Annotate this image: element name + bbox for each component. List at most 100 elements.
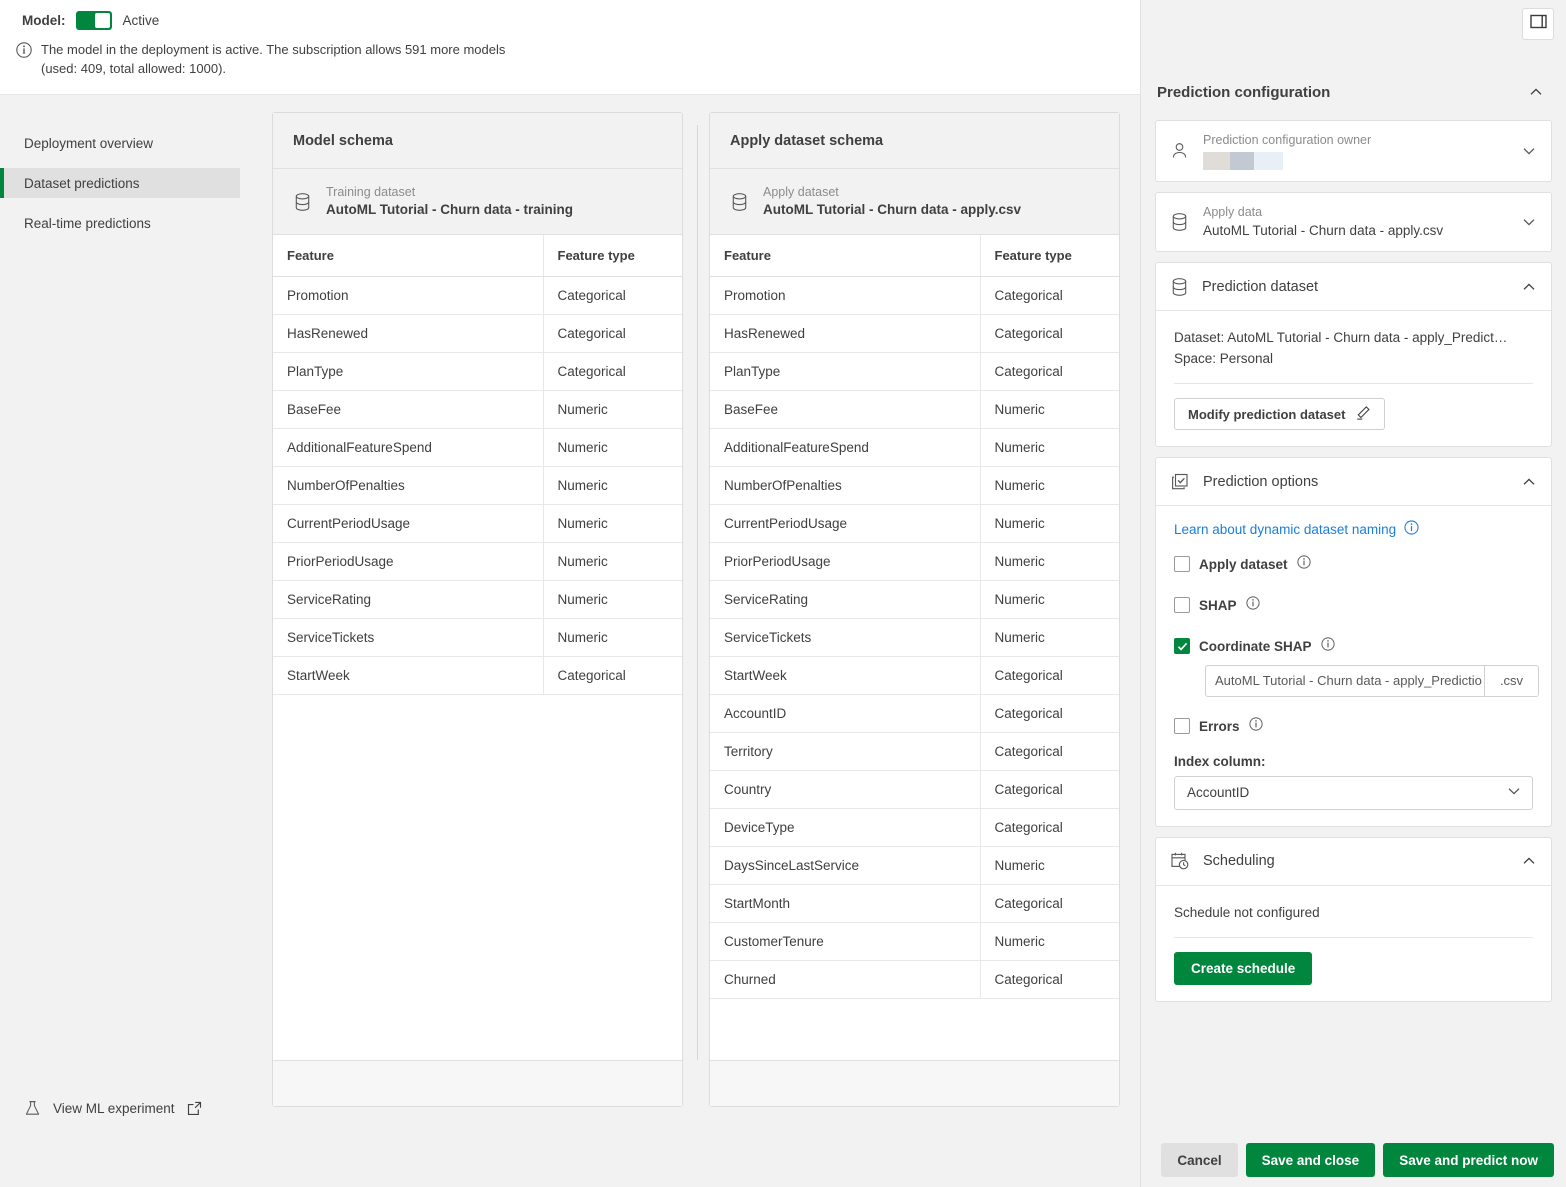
info-icon[interactable]: [1245, 595, 1260, 615]
table-row: PriorPeriodUsage Numeric: [710, 542, 1119, 581]
schema-divider: [697, 125, 698, 1060]
checkbox-row-shap: SHAP: [1174, 595, 1533, 615]
prediction-dataset-section: Prediction dataset Dataset: AutoML Tutor…: [1155, 262, 1552, 447]
cell-feature-type: Numeric: [543, 618, 682, 657]
apply-data-card[interactable]: Apply data AutoML Tutorial - Churn data …: [1155, 192, 1552, 252]
divider: [1174, 383, 1533, 384]
table-row: StartMonth Categorical: [710, 884, 1119, 923]
apply-schema-title: Apply dataset schema: [710, 113, 1119, 169]
cancel-button[interactable]: Cancel: [1161, 1143, 1238, 1177]
table-row: DeviceType Categorical: [710, 808, 1119, 847]
checkbox-coordinate-shap[interactable]: [1174, 638, 1190, 654]
database-icon: [1170, 277, 1189, 297]
prediction-configuration-panel: Prediction configuration Prediction conf…: [1140, 0, 1566, 1187]
chevron-down-icon[interactable]: [1521, 143, 1537, 159]
model-schema-dataset-name: AutoML Tutorial - Churn data - training: [326, 202, 573, 217]
table-row: AccountID Categorical: [710, 694, 1119, 733]
panel-header: [1141, 0, 1566, 74]
sidebar-item-deployment-overview[interactable]: Deployment overview: [0, 128, 240, 158]
cell-feature-type: Numeric: [980, 618, 1119, 657]
model-schema-tbody: Promotion Categorical HasRenewed Categorica…: [273, 276, 682, 695]
model-active-toggle[interactable]: [75, 11, 112, 30]
sidebar-item-dataset-predictions[interactable]: Dataset predictions: [0, 168, 240, 198]
checkbox-apply-dataset[interactable]: [1174, 556, 1190, 572]
cell-feature: DaysSinceLastService: [710, 846, 981, 885]
cell-feature: CustomerTenure: [710, 922, 981, 961]
cell-feature-type: Numeric: [980, 428, 1119, 467]
external-link-icon: [187, 1101, 202, 1116]
index-column-select[interactable]: AccountID: [1174, 775, 1533, 810]
apply-schema-dataset-name: AutoML Tutorial - Churn data - apply.csv: [763, 202, 1022, 217]
save-and-predict-now-button[interactable]: Save and predict now: [1383, 1143, 1554, 1177]
info-icon[interactable]: [1296, 554, 1311, 574]
panel-title-row: Prediction configuration: [1141, 74, 1566, 110]
save-and-close-button[interactable]: Save and close: [1245, 1143, 1376, 1177]
cell-feature-type: Numeric: [980, 504, 1119, 543]
info-icon[interactable]: [1248, 716, 1263, 736]
scheduling-header[interactable]: Scheduling: [1156, 838, 1551, 886]
checkbox-apply-dataset-label: Apply dataset: [1199, 556, 1288, 572]
toggle-panel-button[interactable]: [1522, 8, 1554, 40]
cell-feature-type: Categorical: [543, 314, 682, 353]
table-row: Territory Categorical: [710, 732, 1119, 771]
create-schedule-button[interactable]: Create schedule: [1174, 951, 1313, 985]
main-content: Model schema Training dataset AutoML Tut…: [250, 95, 1140, 1187]
divider: [1174, 936, 1533, 938]
info-icon[interactable]: [1320, 636, 1335, 656]
coordinate-shap-filename-field[interactable]: AutoML Tutorial - Churn data - apply_Pre…: [1205, 664, 1539, 697]
cell-feature-type: Numeric: [980, 542, 1119, 581]
model-schema-card-footer: [273, 1060, 682, 1106]
subscription-info: The model in the deployment is active. T…: [0, 32, 1140, 78]
apply-schema-dataset: Apply dataset AutoML Tutorial - Churn da…: [710, 169, 1119, 235]
prediction-options-header[interactable]: Prediction options: [1156, 458, 1551, 506]
prediction-owner-card[interactable]: Prediction configuration owner: [1155, 120, 1552, 182]
deployment-page: Model: Active The model in the deploymen…: [0, 0, 1566, 1187]
view-ml-experiment-link[interactable]: View ML experiment: [0, 1100, 250, 1117]
cell-feature-type: Categorical: [980, 656, 1119, 695]
info-icon[interactable]: [1404, 520, 1419, 538]
cell-feature: PlanType: [273, 352, 544, 391]
cell-feature-type: Numeric: [543, 542, 682, 581]
cell-feature: AdditionalFeatureSpend: [710, 428, 981, 467]
apply-schema-dataset-kind: Apply dataset: [763, 185, 839, 199]
cell-feature: Promotion: [273, 276, 544, 315]
modify-prediction-dataset-button[interactable]: Modify prediction dataset: [1174, 398, 1386, 430]
schema-cards: Model schema Training dataset AutoML Tut…: [250, 95, 1140, 1107]
cell-feature-type: Categorical: [980, 808, 1119, 847]
collapse-panel-chevron-up-icon[interactable]: [1528, 84, 1544, 100]
cell-feature: NumberOfPenalties: [710, 466, 981, 505]
cell-feature-type: Numeric: [543, 466, 682, 505]
cell-feature: ServiceRating: [710, 580, 981, 619]
model-status-text: Active: [122, 13, 160, 28]
coordinate-shap-filename-input[interactable]: AutoML Tutorial - Churn data - apply_Pre…: [1206, 666, 1484, 696]
table-header-row: Feature Feature type: [710, 235, 1119, 277]
cell-feature: PriorPeriodUsage: [710, 542, 981, 581]
chevron-up-icon[interactable]: [1521, 279, 1537, 295]
cell-feature: NumberOfPenalties: [273, 466, 544, 505]
cell-feature-type: Categorical: [980, 694, 1119, 733]
panel-body: Prediction configuration owner Apply dat…: [1141, 110, 1566, 1002]
index-column-value: AccountID: [1187, 785, 1250, 800]
chevron-down-icon[interactable]: [1521, 214, 1537, 230]
checkbox-errors-label: Errors: [1199, 718, 1240, 734]
table-row: AdditionalFeatureSpend Numeric: [710, 428, 1119, 467]
sidebar-item-label: Deployment overview: [24, 135, 154, 151]
sidebar-item-real-time-predictions[interactable]: Real-time predictions: [0, 208, 240, 238]
table-row: ServiceTickets Numeric: [710, 618, 1119, 657]
database-icon: [1170, 212, 1189, 232]
cell-feature: StartWeek: [710, 656, 981, 695]
pencil-icon: [1355, 405, 1371, 424]
cell-feature-type: Categorical: [980, 352, 1119, 391]
chevron-up-icon[interactable]: [1521, 853, 1537, 869]
dynamic-dataset-naming-link[interactable]: Learn about dynamic dataset naming: [1174, 520, 1419, 538]
checkbox-shap[interactable]: [1174, 597, 1190, 613]
footer-actions: Cancel Save and close Save and predict n…: [1161, 1143, 1554, 1177]
checkbox-errors[interactable]: [1174, 718, 1190, 734]
model-schema-dataset: Training dataset AutoML Tutorial - Churn…: [273, 169, 682, 235]
checkbox-coordinate-shap-label: Coordinate SHAP: [1199, 638, 1312, 654]
prediction-dataset-header[interactable]: Prediction dataset: [1156, 263, 1551, 311]
chevron-up-icon[interactable]: [1521, 474, 1537, 490]
cell-feature: StartWeek: [273, 656, 544, 695]
sidebar-item-label: Dataset predictions: [24, 175, 140, 191]
cell-feature: Churned: [710, 960, 981, 999]
